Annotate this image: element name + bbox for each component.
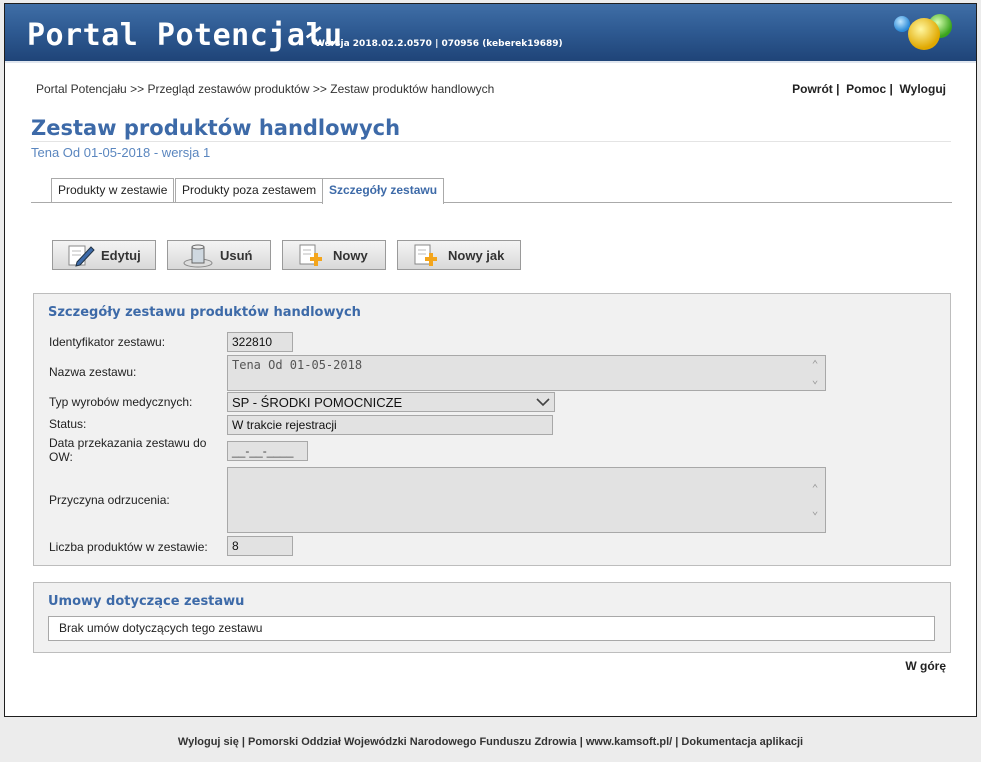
- app-window: Portal Potencjału Wersja 2018.02.2.0570 …: [4, 3, 977, 717]
- id-field[interactable]: 322810: [227, 332, 293, 352]
- delete-button[interactable]: Usuń: [167, 240, 271, 270]
- scroll-down-icon[interactable]: ⌄: [808, 504, 822, 517]
- date-field[interactable]: __-__-____: [227, 441, 308, 461]
- app-title: Portal Potencjału: [27, 18, 343, 53]
- header-bar: Portal Potencjału Wersja 2018.02.2.0570 …: [5, 4, 976, 63]
- scroll-up-icon[interactable]: ⌃: [808, 482, 822, 495]
- details-panel: Szczegóły zestawu produktów handlowych I…: [33, 293, 951, 566]
- page-subtitle: Tena Od 01-05-2018 - wersja 1: [31, 145, 211, 160]
- help-link[interactable]: Pomoc: [846, 82, 886, 96]
- tab-bar: Produkty w zestawie Produkty poza zestaw…: [31, 178, 952, 204]
- id-label: Identyfikator zestawu:: [49, 335, 166, 349]
- top-links: Powrót | Pomoc | Wyloguj: [792, 82, 946, 96]
- contracts-section-title: Umowy dotyczące zestawu: [48, 594, 245, 609]
- new-document-copy-icon: [414, 244, 437, 266]
- contracts-empty-message: Brak umów dotyczących tego zestawu: [48, 616, 935, 641]
- breadcrumb-overview[interactable]: Przegląd zestawów produktów: [147, 82, 309, 96]
- version-info: Wersja 2018.02.2.0570 | 070956 (keberek1…: [315, 39, 563, 49]
- page-title: Zestaw produktów handlowych: [31, 116, 401, 140]
- name-label: Nazwa zestawu:: [49, 365, 137, 379]
- logo-orbs-icon: [894, 14, 952, 50]
- tab-products-outside-set[interactable]: Produkty poza zestawem: [175, 178, 324, 202]
- scroll-up-icon[interactable]: ⌃: [808, 358, 822, 371]
- type-select[interactable]: SP - ŚRODKI POMOCNICZE: [227, 392, 555, 412]
- details-section-title: Szczegóły zestawu produktów handlowych: [48, 305, 361, 320]
- delete-button-label: Usuń: [220, 247, 253, 263]
- breadcrumb: Portal Potencjału >> Przegląd zestawów p…: [36, 82, 495, 96]
- scroll-down-icon[interactable]: ⌄: [808, 373, 822, 386]
- footer-org-text: Pomorski Oddział Wojewódzki Narodowego F…: [248, 736, 577, 748]
- reject-textarea[interactable]: ⌃ ⌄: [227, 467, 826, 533]
- tab-products-in-set[interactable]: Produkty w zestawie: [51, 178, 175, 202]
- logout-link[interactable]: Wyloguj: [900, 82, 946, 96]
- footer-site-link[interactable]: www.kamsoft.pl/: [586, 736, 672, 748]
- new-button[interactable]: Nowy: [282, 240, 386, 270]
- name-value: Tena Od 01-05-2018: [232, 358, 363, 372]
- go-top-link[interactable]: W górę: [905, 659, 946, 673]
- title-divider: [31, 141, 951, 142]
- breadcrumb-home[interactable]: Portal Potencjału: [36, 82, 127, 96]
- new-like-button-label: Nowy jak: [448, 247, 505, 263]
- chevron-down-icon: [536, 398, 550, 407]
- count-label: Liczba produktów w zestawie:: [49, 540, 208, 554]
- contracts-panel: Umowy dotyczące zestawu Brak umów dotycz…: [33, 582, 951, 653]
- tab-set-details[interactable]: Szczegóły zestawu: [322, 178, 445, 204]
- trash-icon: [183, 244, 213, 268]
- type-selected-value: SP - ŚRODKI POMOCNICZE: [232, 394, 403, 410]
- footer-logout-link[interactable]: Wyloguj się: [178, 736, 239, 748]
- edit-button-label: Edytuj: [101, 247, 141, 263]
- type-label: Typ wyrobów medycznych:: [49, 395, 193, 409]
- count-field[interactable]: 8: [227, 536, 293, 556]
- edit-button[interactable]: Edytuj: [52, 240, 156, 270]
- breadcrumb-current: Zestaw produktów handlowych: [330, 82, 495, 96]
- pencil-icon: [68, 245, 95, 267]
- date-label: Data przekazania zestawu do OW:: [49, 436, 207, 464]
- footer-docs-link[interactable]: Dokumentacja aplikacji: [681, 736, 803, 748]
- new-document-icon: [299, 244, 322, 266]
- new-button-label: Nowy: [333, 247, 368, 263]
- reject-label: Przyczyna odrzucenia:: [49, 493, 170, 507]
- new-like-button[interactable]: Nowy jak: [397, 240, 521, 270]
- status-field[interactable]: W trakcie rejestracji: [227, 415, 553, 435]
- name-textarea[interactable]: Tena Od 01-05-2018 ⌃ ⌄: [227, 355, 826, 391]
- status-label: Status:: [49, 417, 87, 431]
- footer: Wyloguj się | Pomorski Oddział Wojewódzk…: [177, 736, 804, 748]
- back-link[interactable]: Powrót: [792, 82, 833, 96]
